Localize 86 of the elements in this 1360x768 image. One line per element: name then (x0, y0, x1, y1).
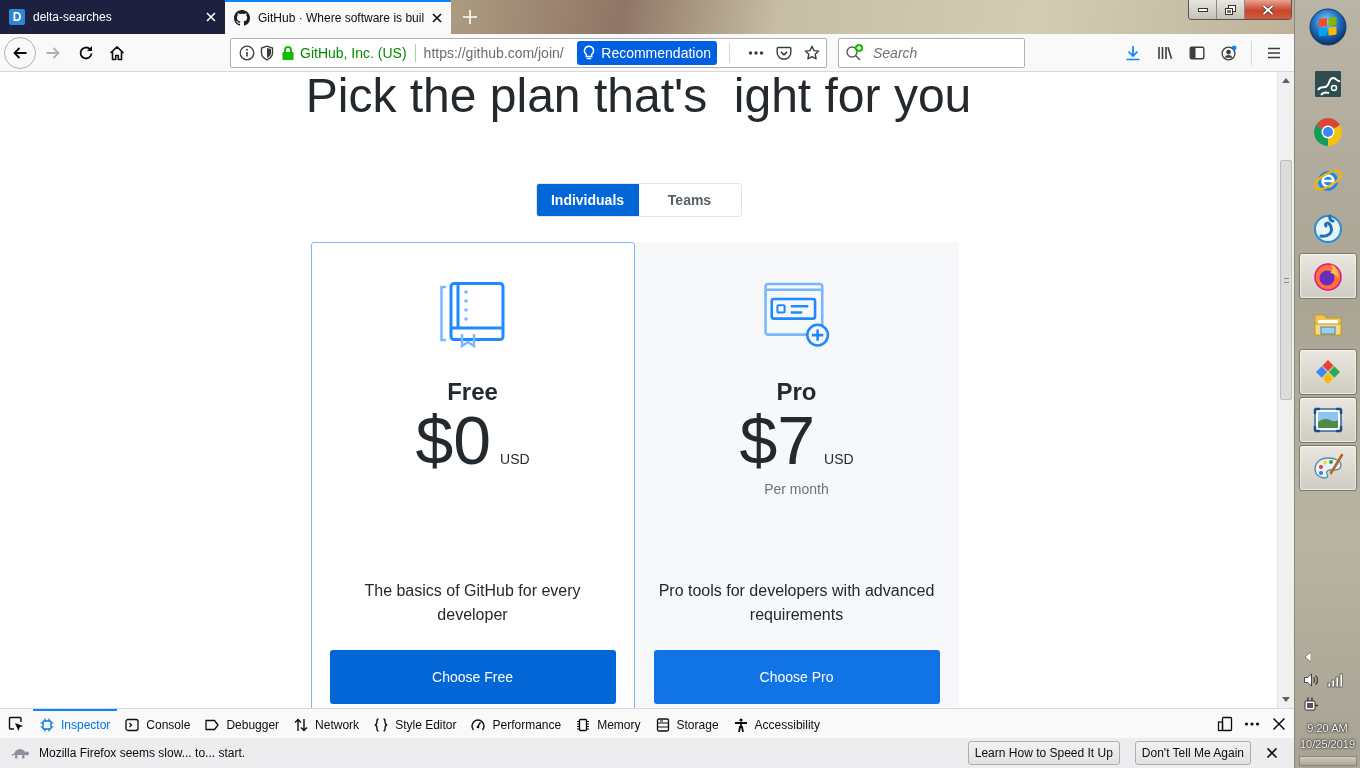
plug-icon[interactable] (1303, 696, 1319, 712)
shield-icon[interactable] (259, 44, 275, 61)
frame-icon (40, 717, 54, 732)
ring-logo-icon[interactable] (1311, 116, 1344, 148)
currency-label: USD (824, 451, 854, 467)
flame-globe-icon (1311, 260, 1344, 292)
plan-name: Free (447, 378, 498, 406)
browser-tab[interactable]: GitHub · Where software is buil (225, 0, 452, 34)
plan-price: $7 (739, 406, 816, 474)
star-icon[interactable] (804, 44, 820, 61)
list-icon (655, 717, 670, 732)
speaker-icon[interactable] (1303, 672, 1319, 688)
notification-button[interactable]: Learn How to Speed It Up (967, 741, 1120, 765)
caret-icon[interactable] (1305, 652, 1311, 662)
turtle-icon (11, 746, 29, 760)
scrollbar-thumb[interactable] (1280, 160, 1292, 400)
pocket-icon[interactable] (776, 44, 792, 61)
chip-icon (576, 717, 591, 732)
devtools-tab[interactable]: Storage (648, 709, 726, 738)
browser-tab[interactable]: D delta-searches (0, 0, 225, 34)
plan-description: Pro tools for developers with advanced requirements (657, 581, 936, 625)
devtools-tab[interactable]: Debugger (198, 709, 287, 738)
taskbar-button[interactable] (1298, 397, 1357, 443)
billing-period: Per month (764, 480, 829, 499)
minimize-button[interactable] (1189, 0, 1217, 19)
devtools-tab[interactable]: Memory (569, 709, 648, 738)
favicon: D (9, 9, 25, 25)
scroll-down-icon[interactable] (1282, 697, 1290, 702)
gauge-icon (471, 717, 486, 732)
close-icon (1262, 4, 1274, 15)
person-icon (733, 717, 748, 732)
start-orb-icon[interactable] (1308, 8, 1347, 46)
braces-icon (374, 717, 389, 732)
taskbar-button[interactable] (1298, 445, 1357, 491)
plan-description: The basics of GitHub for every developer (363, 581, 582, 625)
book-icon (439, 282, 506, 348)
taskbar-button[interactable] (1298, 253, 1357, 299)
id-card-plus-icon (763, 282, 830, 348)
address-bar[interactable]: GitHub, Inc. (US) https://github.com/join/ Recommendation (230, 37, 827, 68)
swirl-logo-icon[interactable] (1311, 212, 1344, 244)
info-icon[interactable] (239, 44, 255, 61)
restore-icon (1225, 4, 1236, 15)
site-identity[interactable]: GitHub, Inc. (US) (300, 44, 407, 61)
notification-button[interactable]: Don't Tell Me Again (1134, 741, 1251, 765)
close-icon[interactable] (432, 13, 443, 23)
reload-icon[interactable] (78, 44, 94, 61)
dock-side-icon[interactable] (1217, 715, 1233, 732)
devtools-tab[interactable]: Style Editor (367, 709, 464, 738)
plan-tab[interactable]: Individuals (536, 184, 639, 216)
restore-button[interactable] (1217, 0, 1245, 19)
page-heading: Pick the plan that's ight for you (305, 72, 972, 120)
currency-label: USD (500, 451, 530, 467)
library-icon[interactable] (1157, 44, 1173, 61)
devtools-tab[interactable]: Console (118, 709, 198, 738)
scrollbar[interactable] (1277, 72, 1294, 708)
search-icon (845, 43, 865, 62)
devtools-tab[interactable]: Network (287, 709, 367, 738)
console-icon (125, 717, 140, 732)
sidebar-icon[interactable] (1189, 44, 1205, 61)
recommendation-button[interactable]: Recommendation (577, 40, 717, 65)
download-icon[interactable] (1125, 44, 1141, 61)
back-button[interactable] (4, 36, 36, 69)
tag-icon (205, 717, 220, 732)
cat-logo-icon (234, 10, 250, 26)
choose-plan-button[interactable]: Choose Pro (653, 650, 940, 704)
minimize-icon (1197, 7, 1208, 12)
devtools-tab[interactable]: Accessibility (726, 709, 827, 738)
scroll-up-icon[interactable] (1282, 78, 1290, 83)
home-icon[interactable] (109, 44, 125, 61)
close-button[interactable] (1245, 0, 1291, 19)
plan-name: Pro (776, 378, 817, 406)
plan-price: $0 (415, 406, 492, 474)
search-field[interactable]: Search (838, 37, 1025, 68)
devtools-tab[interactable]: Performance (464, 709, 569, 738)
signal-icon[interactable] (1327, 672, 1343, 688)
taskbar-button[interactable] (1298, 349, 1357, 395)
close-icon[interactable] (1271, 715, 1287, 732)
lightbulb-icon (583, 44, 596, 61)
choose-plan-button[interactable]: Choose Free (329, 650, 616, 704)
arrows-icon (294, 717, 309, 732)
lock-icon[interactable] (281, 44, 295, 61)
account-icon[interactable] (1221, 44, 1237, 61)
close-icon[interactable] (1266, 747, 1278, 759)
notification-message: Mozilla Firefox seems slow... to... start. (39, 746, 246, 760)
element-picker-icon[interactable] (8, 715, 24, 732)
url-text[interactable]: https://github.com/join/ (423, 44, 578, 61)
